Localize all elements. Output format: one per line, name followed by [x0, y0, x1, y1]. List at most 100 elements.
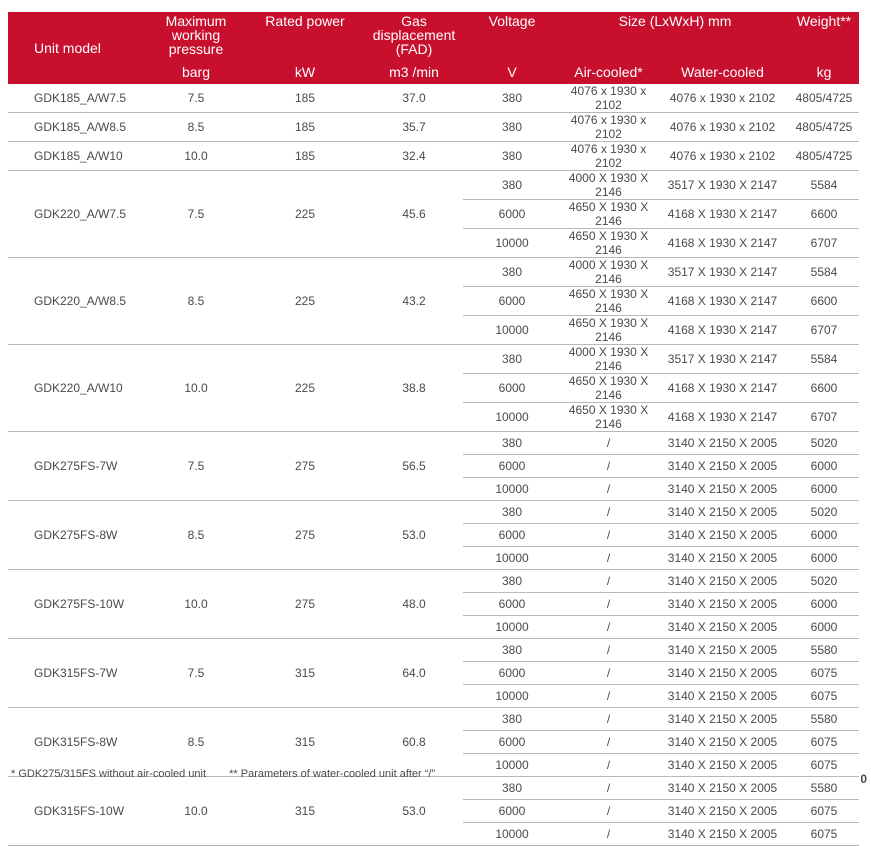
cell-voltage: 380 — [463, 141, 561, 171]
cell-weight: 5020 — [789, 500, 859, 524]
table-row: GDK220_A/W10 10.0 225 38.8 380 4000 X 1930 X … — [8, 344, 859, 432]
cell-size-air-cooled: / — [561, 661, 656, 685]
cell-size-air-cooled: / — [561, 592, 656, 616]
cell-size-air-cooled: / — [561, 615, 656, 639]
cell-size-water-cooled: 3140 X 2150 X 2005 — [656, 753, 789, 777]
cell-unit-model: GDK185_A/W8.5 — [8, 112, 147, 142]
cell-weight: 6600 — [789, 199, 859, 229]
cell-max-pressure: 8.5 — [147, 500, 245, 570]
cell-size-water-cooled: 4076 x 1930 x 2102 — [656, 84, 789, 113]
cell-size-water-cooled: 3140 X 2150 X 2005 — [656, 500, 789, 524]
cell-voltage: 6000 — [463, 730, 561, 754]
cell-size-water-cooled: 3517 X 1930 X 2147 — [656, 344, 789, 374]
cell-voltage: 6000 — [463, 454, 561, 478]
header-rated-power-unit: kW — [245, 56, 365, 84]
cell-size-air-cooled: / — [561, 822, 656, 846]
cell-weight: 4805/4725 — [789, 112, 859, 142]
cell-weight: 5580 — [789, 638, 859, 662]
cell-rated-power: 225 — [245, 257, 365, 345]
table-row: GDK275FS-8W 8.5 275 53.0 380/3140 X 2150 X 2… — [8, 500, 859, 570]
header-water-cooled: Water-cooled — [656, 56, 789, 84]
table-row: GDK315FS-7W 7.5 315 64.0 380/3140 X 2150 X 2… — [8, 638, 859, 708]
cell-max-pressure: 7.5 — [147, 431, 245, 501]
header-voltage: Voltage — [463, 12, 561, 56]
cell-rated-power: 315 — [245, 707, 365, 777]
cell-weight: 6075 — [789, 822, 859, 846]
cell-rated-power: 185 — [245, 141, 365, 171]
cell-voltage: 380 — [463, 257, 561, 287]
cell-weight: 6707 — [789, 228, 859, 258]
cell-gas-displacement: 60.8 — [365, 707, 463, 777]
cell-max-pressure: 8.5 — [147, 112, 245, 142]
cell-unit-model: GDK220_A/W8.5 — [8, 257, 147, 345]
cell-voltage: 380 — [463, 84, 561, 113]
cell-voltage: 10000 — [463, 315, 561, 345]
cell-gas-displacement: 37.0 — [365, 84, 463, 113]
cell-size-air-cooled: / — [561, 730, 656, 754]
cell-gas-displacement: 56.5 — [365, 431, 463, 501]
cell-size-water-cooled: 4168 X 1930 X 2147 — [656, 228, 789, 258]
cell-size-water-cooled: 3140 X 2150 X 2005 — [656, 523, 789, 547]
cell-weight: 6600 — [789, 373, 859, 403]
cell-size-air-cooled: / — [561, 431, 656, 455]
header-voltage-unit: V — [463, 56, 561, 84]
header-air-cooled: Air-cooled* — [561, 56, 656, 84]
cell-weight: 6000 — [789, 592, 859, 616]
cell-rated-power: 225 — [245, 344, 365, 432]
cell-size-water-cooled: 4168 X 1930 X 2147 — [656, 373, 789, 403]
cell-unit-model: GDK275FS-7W — [8, 431, 147, 501]
cell-size-air-cooled: 4650 X 1930 X 2146 — [561, 315, 656, 345]
cell-size-air-cooled: / — [561, 477, 656, 501]
cell-size-air-cooled: 4650 X 1930 X 2146 — [561, 228, 656, 258]
cell-size-air-cooled: 4000 X 1930 X 2146 — [561, 344, 656, 374]
cell-rated-power: 185 — [245, 112, 365, 142]
cell-unit-model: GDK220_A/W10 — [8, 344, 147, 432]
cell-gas-displacement: 32.4 — [365, 141, 463, 171]
header-gas-displacement: Gas displacement (FAD) — [365, 12, 463, 56]
cell-voltage: 10000 — [463, 615, 561, 639]
table-row: GDK185_A/W10 10.0 185 32.4 380 4076 x 1930 x … — [8, 141, 859, 171]
cell-unit-model: GDK185_A/W7.5 — [8, 84, 147, 113]
cell-size-air-cooled: / — [561, 500, 656, 524]
cell-size-air-cooled: 4000 X 1930 X 2146 — [561, 170, 656, 200]
cell-unit-model: GDK315FS-10W — [8, 776, 147, 846]
cell-voltage: 10000 — [463, 822, 561, 846]
cell-size-water-cooled: 3140 X 2150 X 2005 — [656, 684, 789, 708]
cell-size-air-cooled: / — [561, 454, 656, 478]
cell-weight: 6000 — [789, 454, 859, 478]
cell-size-air-cooled: 4000 X 1930 X 2146 — [561, 257, 656, 287]
cell-max-pressure: 10.0 — [147, 344, 245, 432]
cell-weight: 6075 — [789, 753, 859, 777]
cell-voltage: 380 — [463, 112, 561, 142]
cell-unit-model: GDK220_A/W7.5 — [8, 170, 147, 258]
cell-size-water-cooled: 3140 X 2150 X 2005 — [656, 431, 789, 455]
cell-max-pressure: 10.0 — [147, 776, 245, 846]
cell-size-air-cooled: 4650 X 1930 X 2146 — [561, 199, 656, 229]
cell-gas-displacement: 45.6 — [365, 170, 463, 258]
cell-size-air-cooled: / — [561, 776, 656, 800]
cell-size-air-cooled: 4076 x 1930 x 2102 — [561, 84, 656, 113]
cell-size-air-cooled: / — [561, 546, 656, 570]
cell-size-water-cooled: 4168 X 1930 X 2147 — [656, 315, 789, 345]
cell-rated-power: 275 — [245, 500, 365, 570]
cell-size-water-cooled: 3140 X 2150 X 2005 — [656, 661, 789, 685]
cell-voltage: 10000 — [463, 402, 561, 432]
cell-voltage: 380 — [463, 776, 561, 800]
header-unit-model: Unit model — [8, 12, 147, 84]
cell-weight: 4805/4725 — [789, 84, 859, 113]
cell-voltage: 6000 — [463, 523, 561, 547]
cell-voltage: 6000 — [463, 286, 561, 316]
cell-size-water-cooled: 3140 X 2150 X 2005 — [656, 546, 789, 570]
cell-weight: 5584 — [789, 344, 859, 374]
cell-size-water-cooled: 3140 X 2150 X 2005 — [656, 615, 789, 639]
cell-weight: 6000 — [789, 477, 859, 501]
table-row: GDK275FS-10W 10.0 275 48.0 380/3140 X 2150 X… — [8, 569, 859, 639]
cell-size-water-cooled: 4076 x 1930 x 2102 — [656, 141, 789, 171]
cell-voltage: 10000 — [463, 753, 561, 777]
cell-weight: 6600 — [789, 286, 859, 316]
cell-size-water-cooled: 3140 X 2150 X 2005 — [656, 592, 789, 616]
cell-voltage: 380 — [463, 569, 561, 593]
cell-size-water-cooled: 3517 X 1930 X 2147 — [656, 257, 789, 287]
cell-weight: 6075 — [789, 799, 859, 823]
cell-rated-power: 225 — [245, 170, 365, 258]
